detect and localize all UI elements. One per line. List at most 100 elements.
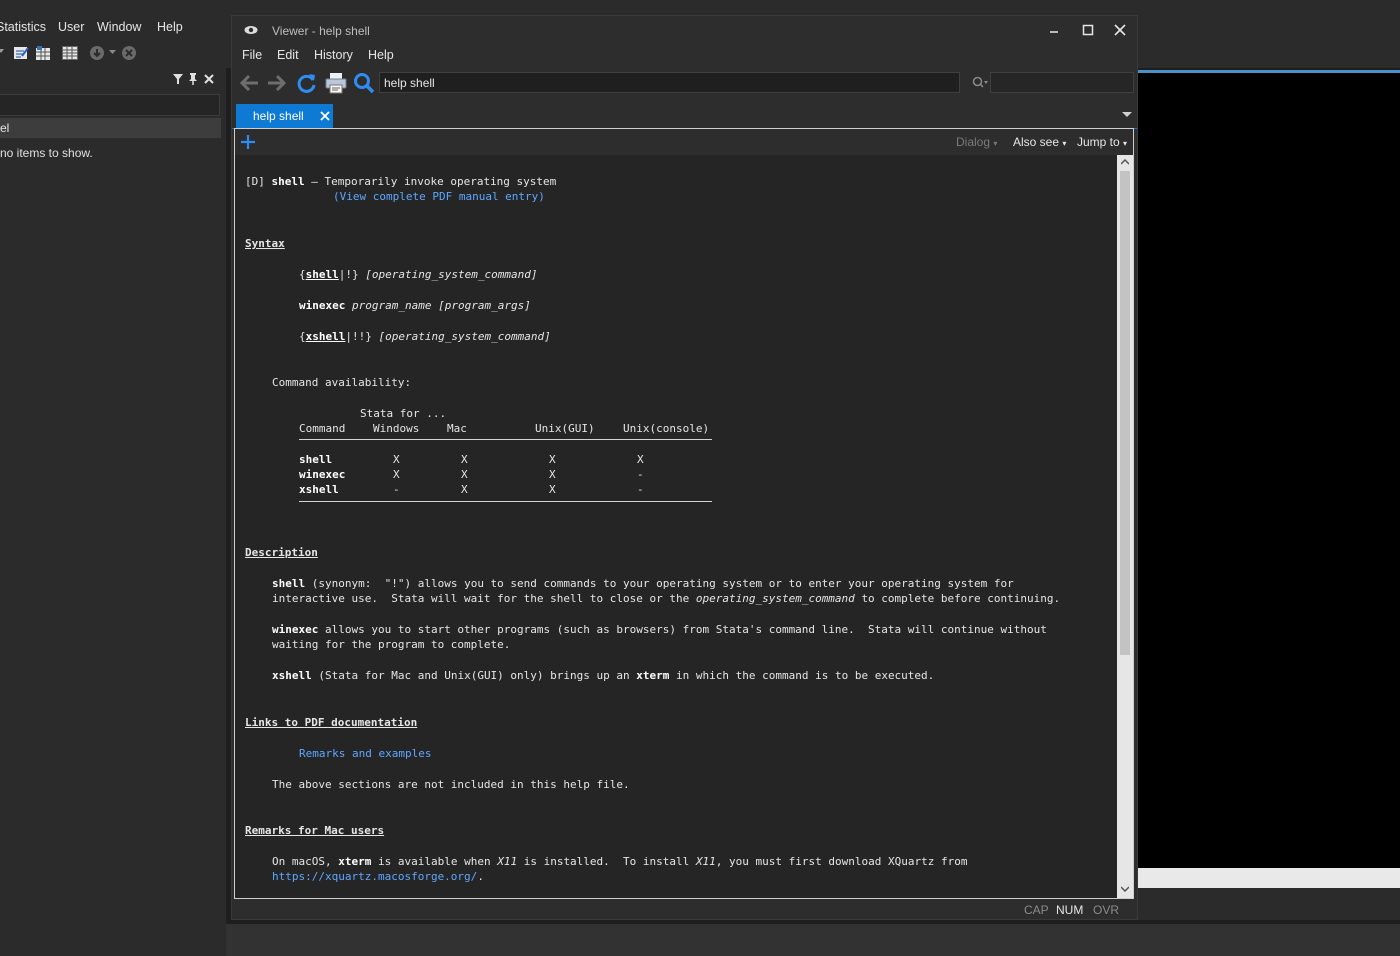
description-shell-line1: shell (synonym: "!") allows you to send … — [272, 577, 1014, 591]
mac-text: On macOS, — [272, 855, 332, 868]
vertical-scrollbar[interactable] — [1117, 155, 1133, 898]
chevron-down-icon: ▾ — [1062, 139, 1067, 148]
mac-remarks-heading[interactable]: Remarks for Mac users — [245, 824, 384, 838]
menu-help[interactable]: Help — [368, 48, 394, 62]
find-icon[interactable] — [972, 76, 988, 90]
num-lock-indicator: NUM — [1056, 903, 1084, 917]
tab-list-dropdown[interactable] — [1122, 112, 1132, 118]
help-content-toolbar: Dialog ▾ Also see ▾ Jump to ▾ — [235, 129, 1133, 155]
find-input[interactable] — [990, 72, 1134, 93]
mac-text: is installed. To install — [523, 855, 690, 868]
close-icon[interactable] — [204, 74, 214, 84]
help-search-input[interactable]: help shell — [379, 72, 960, 93]
availability-label: Command availability: — [272, 376, 412, 389]
syntax-heading[interactable]: Syntax — [245, 237, 285, 251]
description-argument: operating_system_command — [695, 592, 855, 605]
close-button[interactable] — [1110, 22, 1130, 38]
mac-x11: X11 — [497, 855, 518, 868]
table-cell: - — [393, 483, 400, 496]
table-cell: X — [549, 453, 556, 466]
menu-statistics[interactable]: Statistics — [0, 20, 46, 34]
table-rule-bottom — [299, 501, 712, 502]
data-editor-icon[interactable] — [35, 45, 51, 61]
xquartz-link[interactable]: https://xquartz.macosforge.org/ — [272, 870, 477, 883]
search-icon[interactable] — [353, 72, 375, 94]
viewer-window: Viewer - help shell File Edit History He… — [231, 15, 1138, 920]
description-heading[interactable]: Description — [245, 546, 318, 560]
viewer-tabbar: help shell — [232, 102, 1137, 129]
menu-help[interactable]: Help — [157, 20, 183, 34]
table-cell: X — [549, 483, 556, 496]
mac-remarks-line1: On macOS, xterm is available when X11 is… — [272, 855, 967, 869]
syntax-line-xshell: {xshell|!!} [operating_system_command] — [299, 330, 551, 344]
do-file-editor-icon[interactable] — [13, 45, 29, 61]
menu-user[interactable]: User — [58, 20, 84, 34]
syntax-line-shell: {shell|!} [operating_system_command] — [299, 268, 537, 282]
chevron-down-icon[interactable] — [0, 48, 4, 54]
jump-to-dropdown[interactable]: Jump to ▾ — [1077, 135, 1127, 149]
minimize-button[interactable] — [1044, 22, 1064, 38]
dialog-dropdown-label: Dialog — [956, 135, 991, 149]
header-description: Temporarily invoke operating system — [324, 175, 557, 188]
maximize-button[interactable] — [1078, 22, 1098, 38]
splitter[interactable] — [226, 68, 230, 956]
chevron-down-icon[interactable] — [109, 49, 116, 55]
table-cell-command: winexec — [299, 468, 346, 481]
mac-x11: X11 — [695, 855, 716, 868]
not-included-note: The above sections are not included in t… — [272, 778, 630, 791]
description-command: shell — [272, 577, 306, 590]
table-cell: X — [461, 483, 468, 496]
chevron-down-icon: ▾ — [1123, 139, 1128, 148]
filter-icon[interactable] — [173, 74, 183, 84]
syntax-separator: |!!} — [345, 330, 372, 343]
table-cell: - — [637, 483, 644, 496]
syntax-line-winexec: winexec program_name [program_args] — [299, 299, 531, 313]
mac-text: , you must first download XQuartz from — [715, 855, 968, 868]
back-arrow-icon[interactable] — [238, 73, 260, 93]
pin-icon[interactable] — [188, 73, 198, 85]
print-icon[interactable] — [325, 72, 347, 94]
table-cell: X — [549, 468, 556, 481]
table-cell: X — [637, 453, 644, 466]
help-content-frame: Dialog ▾ Also see ▾ Jump to ▾ [D] shell … — [234, 128, 1134, 899]
table-header-unix-gui: Unix(GUI) — [535, 422, 595, 435]
menu-history[interactable]: History — [314, 48, 353, 62]
data-browser-icon[interactable] — [62, 46, 78, 60]
table-cell: X — [393, 453, 400, 466]
syntax-argument: [program_args] — [438, 299, 531, 312]
links-heading[interactable]: Links to PDF documentation — [245, 716, 417, 730]
description-shell-line2: interactive use. Stata will wait for the… — [272, 592, 1060, 606]
forward-arrow-icon[interactable] — [266, 73, 288, 93]
scroll-up-icon[interactable] — [1121, 159, 1129, 165]
variables-header-row[interactable]: el — [0, 118, 221, 138]
refresh-icon[interactable] — [296, 72, 318, 94]
variables-filter-input[interactable] — [0, 94, 220, 116]
new-tab-plus-icon[interactable] — [240, 134, 256, 150]
scrollbar-thumb[interactable] — [1120, 171, 1130, 655]
tab-help-shell[interactable]: help shell — [236, 104, 333, 128]
scroll-down-icon[interactable] — [1121, 886, 1129, 892]
syntax-brace: { — [299, 330, 306, 343]
menu-edit[interactable]: Edit — [277, 48, 299, 62]
remarks-examples-link[interactable]: Remarks and examples — [299, 747, 431, 761]
results-window — [1137, 73, 1400, 868]
stop-icon[interactable] — [121, 45, 137, 61]
dialog-dropdown[interactable]: Dialog ▾ — [956, 135, 997, 149]
empty-list-message: no items to show. — [0, 146, 93, 160]
description-text: interactive use. Stata will wait for the… — [272, 592, 690, 605]
menu-window[interactable]: Window — [97, 20, 141, 34]
eye-icon — [244, 25, 258, 35]
pdf-manual-link[interactable]: (View complete PDF manual entry) — [333, 190, 545, 204]
table-row: shell — [299, 453, 332, 467]
main-status-bar — [226, 924, 1400, 956]
command-input-strip[interactable] — [1137, 868, 1400, 888]
also-see-dropdown[interactable]: Also see ▾ — [1013, 135, 1066, 149]
table-cell: - — [637, 468, 644, 481]
also-see-dropdown-label: Also see — [1013, 135, 1060, 149]
tab-label: help shell — [253, 109, 304, 123]
header-dash: — — [311, 175, 318, 188]
menu-file[interactable]: File — [242, 48, 262, 62]
table-cell-command: xshell — [299, 483, 339, 496]
close-tab-icon[interactable] — [320, 111, 330, 121]
break-icon[interactable] — [89, 45, 105, 61]
